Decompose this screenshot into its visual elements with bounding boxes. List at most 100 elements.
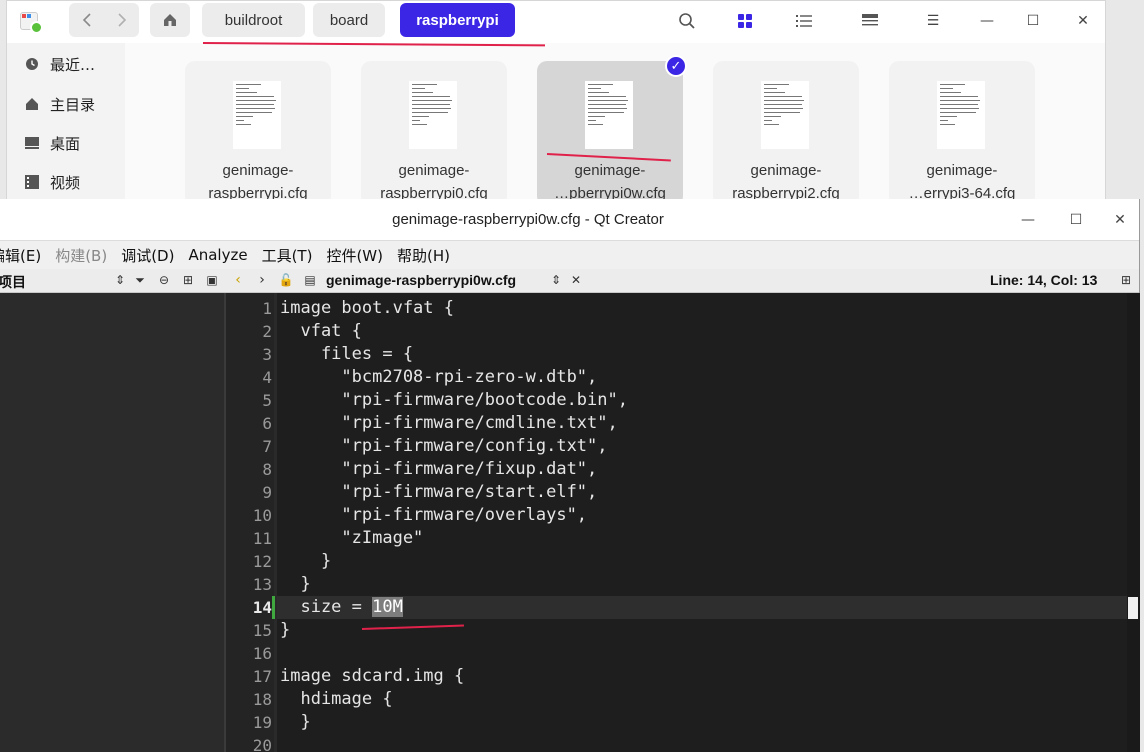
code-line[interactable]: } bbox=[280, 573, 1126, 596]
open-file-selector[interactable]: genimage-raspberrypi0w.cfg bbox=[326, 272, 516, 288]
details-panel-button[interactable] bbox=[858, 9, 882, 33]
split-icon[interactable]: ⊞ bbox=[180, 272, 196, 288]
code-line[interactable]: image sdcard.img { bbox=[280, 665, 1126, 688]
menu-tools[interactable]: 工具(T) bbox=[262, 245, 313, 266]
filter-icon[interactable]: ⏷ bbox=[132, 272, 148, 288]
project-tree-panel[interactable] bbox=[0, 293, 224, 752]
file-manager-sidebar: 最近… 主目录 桌面 视频 bbox=[7, 43, 125, 206]
line-number: 17 bbox=[252, 667, 272, 686]
updown-arrows-icon[interactable]: ⇕ bbox=[112, 272, 128, 288]
clock-icon bbox=[26, 58, 38, 70]
close-panel-icon[interactable]: ▣ bbox=[204, 272, 220, 288]
line-number: 19 bbox=[252, 713, 272, 732]
code-line[interactable]: size = 10M bbox=[280, 596, 1126, 619]
home-icon bbox=[164, 14, 176, 26]
code-line[interactable]: "rpi-firmware/bootcode.bin", bbox=[280, 389, 1126, 412]
desktop-icon bbox=[25, 137, 39, 149]
file-manager-logo-icon bbox=[18, 10, 44, 34]
cursor-position: Line: 14, Col: 13 bbox=[990, 272, 1098, 288]
code-line[interactable]: hdimage { bbox=[280, 688, 1126, 711]
close-icon: ✕ bbox=[1114, 212, 1126, 228]
vertical-scrollbar[interactable] bbox=[1127, 293, 1140, 752]
code-line[interactable] bbox=[280, 734, 1126, 752]
scrollbar-thumb[interactable] bbox=[1128, 597, 1138, 619]
code-line[interactable]: "rpi-firmware/start.elf", bbox=[280, 481, 1126, 504]
sidebar-item-video[interactable]: 视频 bbox=[24, 171, 80, 193]
code-line[interactable]: files = { bbox=[280, 343, 1126, 366]
menu-bar: 编辑(E) 构建(B) 调试(D) Analyze 工具(T) 控件(W) 帮助… bbox=[0, 241, 1139, 269]
line-number: 6 bbox=[262, 414, 272, 433]
file-item[interactable]: genimage-raspberrypi2.cfg bbox=[713, 61, 859, 206]
code-line[interactable]: vfat { bbox=[280, 320, 1126, 343]
line-number: 11 bbox=[252, 529, 272, 548]
code-line[interactable]: "bcm2708-rpi-zero-w.dtb", bbox=[280, 366, 1126, 389]
line-number: 4 bbox=[262, 368, 272, 387]
file-item[interactable]: genimage-raspberrypi0.cfg bbox=[361, 61, 507, 206]
line-number: 7 bbox=[262, 437, 272, 456]
code-line[interactable]: } bbox=[280, 550, 1126, 573]
search-button[interactable] bbox=[675, 9, 699, 33]
search-icon bbox=[679, 13, 695, 29]
panel-icon bbox=[862, 14, 878, 26]
sidebar-item-home[interactable]: 主目录 bbox=[24, 93, 95, 115]
breadcrumb-raspberrypi[interactable]: raspberrypi bbox=[400, 3, 515, 37]
code-line[interactable]: "rpi-firmware/overlays", bbox=[280, 504, 1126, 527]
line-number: 2 bbox=[262, 322, 272, 341]
file-item[interactable]: genimage- …errypi3-64.cfg bbox=[889, 61, 1035, 206]
file-thumbnail bbox=[409, 81, 457, 149]
code-line[interactable]: } bbox=[280, 619, 1126, 642]
hamburger-icon: ☰ bbox=[926, 13, 940, 29]
project-selector[interactable]: 项目 bbox=[0, 272, 26, 292]
maximize-button[interactable]: ☐ bbox=[1021, 9, 1045, 33]
close-button[interactable]: ✕ bbox=[1071, 9, 1095, 33]
sidebar-item-desktop[interactable]: 桌面 bbox=[24, 132, 80, 154]
minimize-icon: — bbox=[1021, 212, 1035, 228]
file-item[interactable]: genimage-raspberrypi.cfg bbox=[185, 61, 331, 206]
minimize-button[interactable]: — bbox=[975, 9, 999, 33]
file-item-selected[interactable]: ✓ genimage- …pberrypi0w.cfg bbox=[537, 55, 687, 206]
home-button[interactable] bbox=[150, 3, 190, 37]
menu-button[interactable]: ☰ bbox=[921, 9, 945, 33]
grid-view-icon bbox=[738, 14, 752, 28]
menu-debug[interactable]: 调试(D) bbox=[121, 245, 174, 266]
breadcrumb-buildroot[interactable]: buildroot bbox=[202, 3, 305, 37]
video-icon bbox=[25, 175, 39, 189]
file-thumbnail bbox=[937, 81, 985, 149]
menu-analyze[interactable]: Analyze bbox=[188, 246, 247, 264]
change-marker-bar bbox=[274, 293, 277, 752]
code-line[interactable] bbox=[280, 642, 1126, 665]
split-editor-icon[interactable]: ⊞ bbox=[1118, 272, 1134, 288]
qt-minimize-button[interactable]: — bbox=[1016, 208, 1040, 232]
nav-forward-icon[interactable]: › bbox=[254, 272, 270, 288]
lock-icon: 🔓 bbox=[278, 273, 294, 287]
menu-widgets[interactable]: 控件(W) bbox=[326, 245, 383, 266]
modified-line-marker bbox=[272, 596, 275, 619]
file-thumbnail bbox=[233, 81, 281, 149]
line-number: 5 bbox=[262, 391, 272, 410]
qt-close-button[interactable]: ✕ bbox=[1108, 208, 1132, 232]
close-document-icon[interactable]: ✕ bbox=[568, 272, 584, 288]
code-line[interactable]: image boot.vfat { bbox=[280, 297, 1126, 320]
code-line[interactable]: "zImage" bbox=[280, 527, 1126, 550]
breadcrumb-board[interactable]: board bbox=[313, 3, 385, 37]
link-icon[interactable]: ⊖ bbox=[156, 272, 172, 288]
combo-arrows-icon[interactable]: ⇕ bbox=[548, 272, 564, 288]
list-view-button[interactable] bbox=[792, 9, 816, 33]
nav-back-icon[interactable]: ‹ bbox=[230, 272, 246, 288]
forward-button[interactable] bbox=[104, 3, 139, 37]
menu-build[interactable]: 构建(B) bbox=[55, 245, 107, 266]
back-button[interactable] bbox=[69, 3, 104, 37]
sidebar-item-recent[interactable]: 最近… bbox=[24, 53, 95, 75]
selected-text[interactable]: 10M bbox=[372, 597, 403, 617]
file-manager-toolbar: buildroot board raspberrypi ☰ — ☐ ✕ bbox=[7, 1, 1105, 43]
icon-view-button[interactable] bbox=[733, 9, 757, 33]
code-line[interactable]: } bbox=[280, 711, 1126, 734]
code-line[interactable]: "rpi-firmware/config.txt", bbox=[280, 435, 1126, 458]
code-line[interactable]: "rpi-firmware/cmdline.txt", bbox=[280, 412, 1126, 435]
qt-maximize-button[interactable]: ☐ bbox=[1064, 208, 1088, 232]
list-view-icon bbox=[796, 15, 812, 27]
code-line[interactable]: "rpi-firmware/fixup.dat", bbox=[280, 458, 1126, 481]
menu-help[interactable]: 帮助(H) bbox=[397, 245, 450, 266]
file-manager-window: buildroot board raspberrypi ☰ — ☐ ✕ 最近… … bbox=[6, 0, 1106, 206]
menu-edit[interactable]: 编辑(E) bbox=[0, 245, 41, 266]
